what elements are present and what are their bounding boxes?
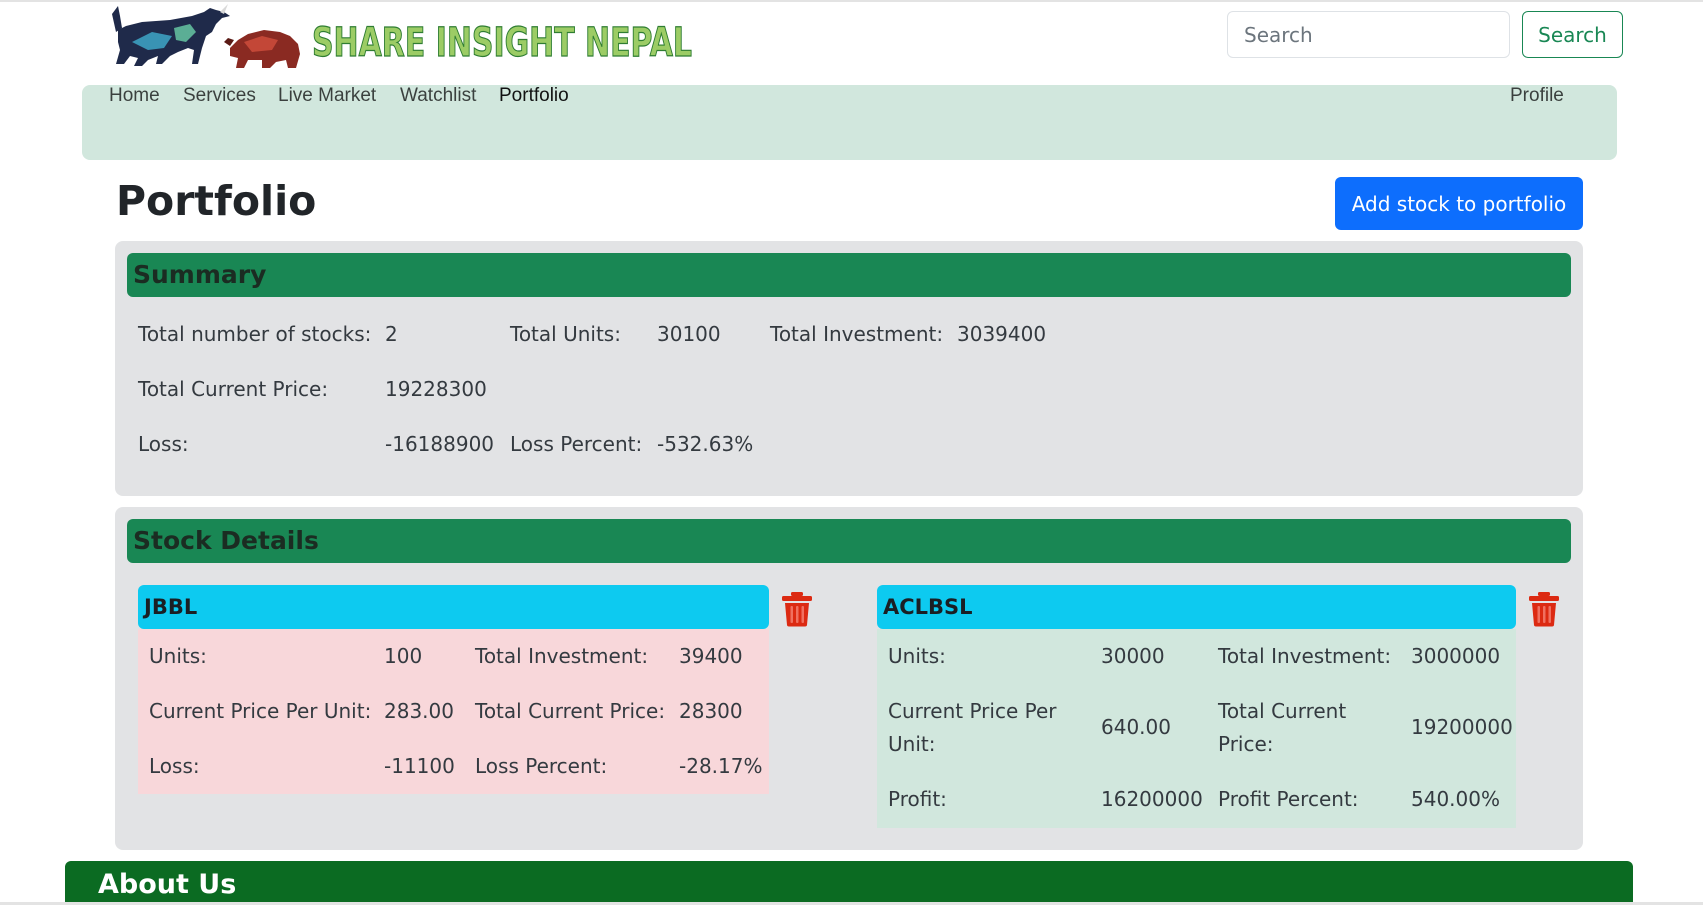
total-current-label: Total Current Price: [475, 699, 666, 723]
total-units-value: 30100 [657, 322, 721, 346]
total-stocks-value: 2 [385, 322, 398, 346]
brand-logo[interactable]: SHARE INSIGHT NEPAL [112, 2, 752, 74]
total-investment-value: 3039400 [957, 322, 1047, 346]
page-title: Portfolio [116, 177, 317, 225]
nav-profile[interactable]: Profile [1510, 85, 1564, 160]
units-label: Units: [149, 644, 207, 668]
total-current-value: 19200000 [1411, 715, 1513, 739]
investment-value: 39400 [679, 644, 743, 668]
total-current-label-line1: Total Current [1218, 699, 1347, 723]
pl-percent-label: Loss Percent: [475, 754, 608, 778]
pl-percent-value: 540.00% [1411, 787, 1500, 811]
bear-icon [224, 30, 300, 68]
stock-body-jbbl: Units: 100 Total Investment: 39400 Curre… [138, 629, 769, 794]
pl-percent-label: Profit Percent: [1218, 787, 1359, 811]
units-label: Units: [888, 644, 946, 668]
about-us-section: About Us [65, 861, 1633, 905]
total-current-price-value: 19228300 [385, 377, 487, 401]
loss-value: -16188900 [385, 432, 495, 456]
main-navbar: Home Services Live Market Watchlist Port… [82, 85, 1617, 160]
trash-icon[interactable] [1528, 591, 1560, 627]
stock-details-card: Stock Details JBBL Units: 100 Total Inve… [115, 507, 1583, 850]
price-label-line2: Unit: [888, 732, 936, 756]
investment-label: Total Investment: [475, 644, 649, 668]
bull-icon [112, 4, 230, 66]
investment-label: Total Investment: [1218, 644, 1392, 668]
total-investment-label: Total Investment: [770, 322, 944, 346]
price-value: 640.00 [1101, 715, 1171, 739]
pl-value: 16200000 [1101, 787, 1203, 811]
loss-label: Loss: [138, 432, 189, 456]
nav-watchlist[interactable]: Watchlist [400, 85, 476, 160]
pl-label: Profit: [888, 787, 947, 811]
search-button[interactable]: Search [1522, 11, 1623, 58]
logo-text: SHARE INSIGHT NEPAL [312, 20, 692, 66]
loss-percent-label: Loss Percent: [510, 432, 643, 456]
units-value: 100 [384, 644, 423, 668]
pl-label: Loss: [149, 754, 200, 778]
pl-value: -11100 [384, 754, 455, 778]
total-units-label: Total Units: [510, 322, 621, 346]
price-label: Current Price Per Unit: [149, 699, 372, 723]
stock-details-header: Stock Details [127, 519, 1571, 563]
stock-body-aclbsl: Units: 30000 Total Investment: 3000000 C… [877, 629, 1516, 828]
nav-services[interactable]: Services [183, 85, 256, 160]
pl-percent-value: -28.17% [679, 754, 763, 778]
summary-card: Summary Total number of stocks: 2 Total … [115, 241, 1583, 496]
about-us-title: About Us [98, 869, 237, 900]
total-current-label-line2: Price: [1218, 732, 1274, 756]
search-input[interactable] [1227, 11, 1510, 58]
stock-symbol-jbbl: JBBL [138, 585, 769, 629]
total-stocks-label: Total number of stocks: [138, 322, 372, 346]
trash-icon[interactable] [781, 591, 813, 627]
stock-symbol-aclbsl: ACLBSL [877, 585, 1516, 629]
units-value: 30000 [1101, 644, 1165, 668]
summary-header: Summary [127, 253, 1571, 297]
nav-live-market[interactable]: Live Market [278, 85, 376, 160]
investment-value: 3000000 [1411, 644, 1501, 668]
nav-portfolio[interactable]: Portfolio [499, 85, 569, 160]
total-current-price-label: Total Current Price: [138, 377, 329, 401]
total-current-value: 28300 [679, 699, 743, 723]
loss-percent-value: -532.63% [657, 432, 754, 456]
nav-home[interactable]: Home [109, 85, 160, 160]
price-value: 283.00 [384, 699, 454, 723]
add-stock-button[interactable]: Add stock to portfolio [1335, 177, 1583, 230]
price-label-line1: Current Price Per [888, 699, 1057, 723]
